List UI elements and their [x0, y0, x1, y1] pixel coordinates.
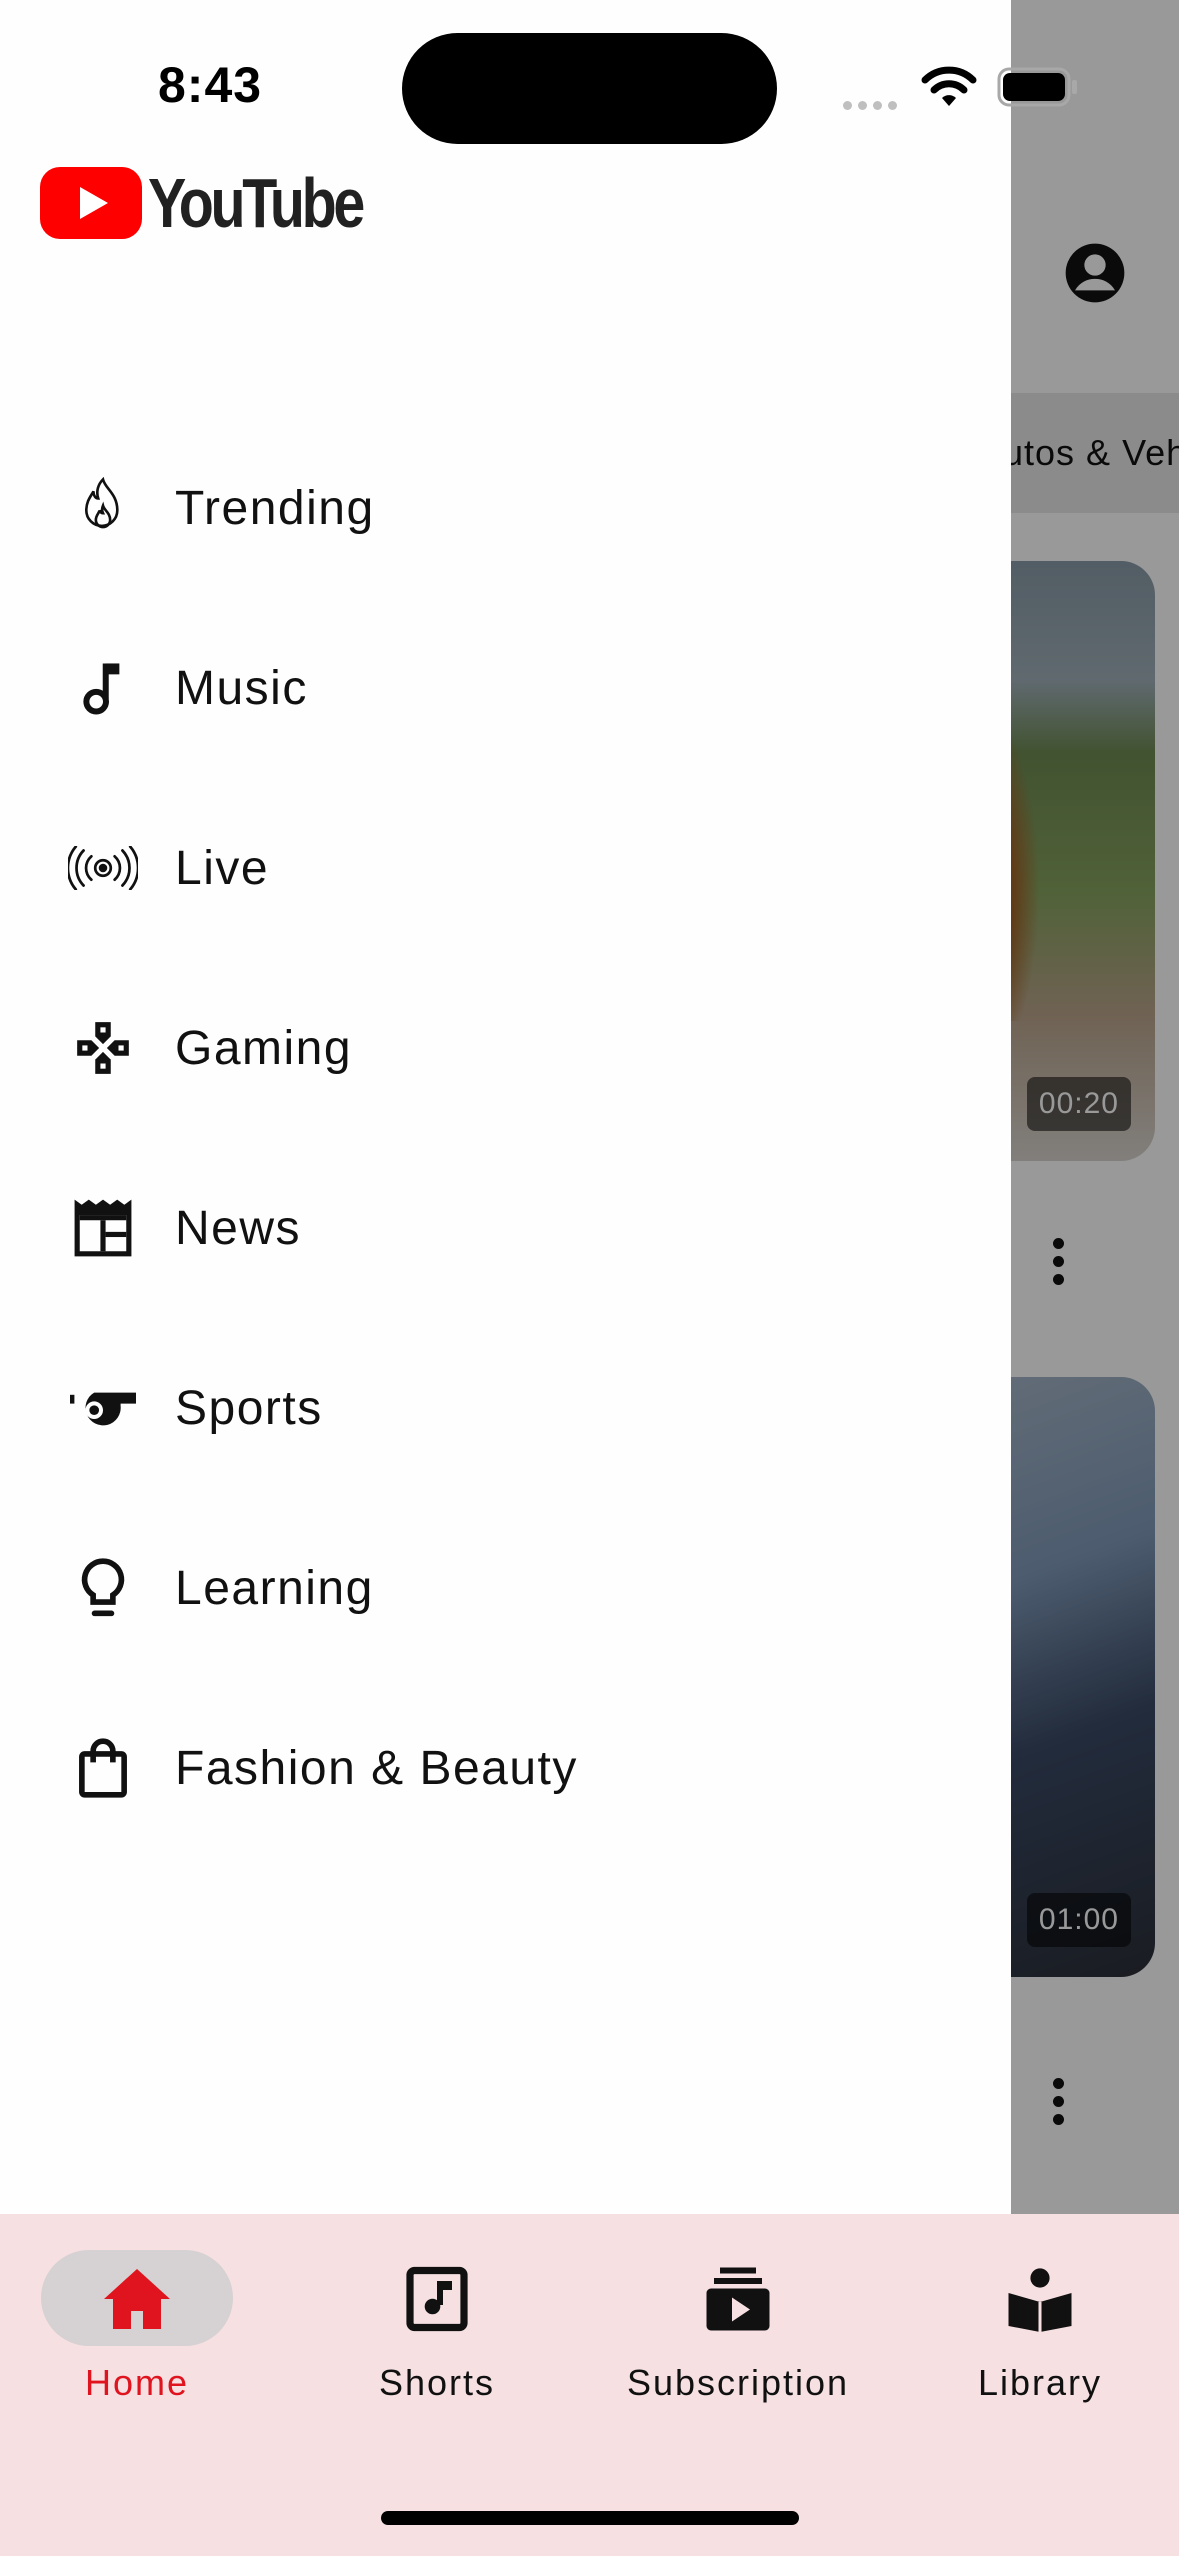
- drawer-item-label: News: [175, 1201, 302, 1255]
- drawer-item-trending[interactable]: Trending: [0, 448, 1011, 568]
- drawer-item-learning[interactable]: Learning: [0, 1528, 1011, 1648]
- cellular-signal-icon: [843, 97, 903, 115]
- nav-label: Subscription: [626, 2362, 850, 2403]
- newspaper-icon: [66, 1191, 140, 1265]
- fire-icon: [66, 471, 140, 545]
- drawer-item-label: Trending: [175, 481, 375, 535]
- nav-library[interactable]: Library: [940, 2214, 1140, 2434]
- shorts-icon: [406, 2266, 468, 2332]
- drawer-item-music[interactable]: Music: [0, 628, 1011, 748]
- nav-label: Library: [977, 2362, 1103, 2403]
- battery-icon: [997, 67, 1077, 107]
- drawer-item-label: Sports: [175, 1381, 323, 1435]
- wifi-icon: [921, 66, 977, 106]
- drawer-item-live[interactable]: Live: [0, 808, 1011, 928]
- music-note-icon: [66, 651, 140, 725]
- subscriptions-icon: [706, 2267, 770, 2331]
- nav-shorts[interactable]: Shorts: [337, 2214, 537, 2434]
- drawer-item-label: Fashion & Beauty: [175, 1741, 578, 1795]
- nav-home[interactable]: Home: [37, 2214, 237, 2434]
- shopping-bag-icon: [66, 1731, 140, 1805]
- drawer-item-news[interactable]: News: [0, 1168, 1011, 1288]
- home-icon: [104, 2269, 170, 2329]
- drawer-item-fashion-beauty[interactable]: Fashion & Beauty: [0, 1708, 1011, 1828]
- nav-label: Home: [84, 2362, 190, 2403]
- nav-subscription[interactable]: Subscription: [598, 2214, 878, 2434]
- youtube-wordmark: YouTube: [148, 163, 365, 242]
- drawer-item-label: Gaming: [175, 1021, 353, 1075]
- navigation-drawer: 8:43 YouTube Trending Music Live Gaming …: [0, 0, 1077, 2214]
- home-indicator[interactable]: [381, 2511, 799, 2525]
- dynamic-island: [402, 33, 777, 144]
- drawer-item-label: Learning: [175, 1561, 374, 1615]
- drawer-item-gaming[interactable]: Gaming: [0, 988, 1011, 1108]
- lightbulb-icon: [66, 1551, 140, 1625]
- nav-label: Shorts: [378, 2362, 496, 2403]
- whistle-icon: [66, 1371, 140, 1445]
- gamepad-icon: [66, 1011, 140, 1085]
- live-broadcast-icon: [66, 831, 140, 905]
- drawer-item-sports[interactable]: Sports: [0, 1348, 1011, 1468]
- drawer-item-label: Live: [175, 841, 270, 895]
- status-time: 8:43: [158, 57, 263, 113]
- youtube-play-icon: [40, 166, 142, 239]
- library-icon: [1008, 2268, 1072, 2332]
- bottom-navigation-bar: Home Shorts Subscription Library: [0, 2214, 1179, 2556]
- youtube-logo[interactable]: YouTube: [40, 163, 409, 242]
- drawer-item-label: Music: [175, 661, 308, 715]
